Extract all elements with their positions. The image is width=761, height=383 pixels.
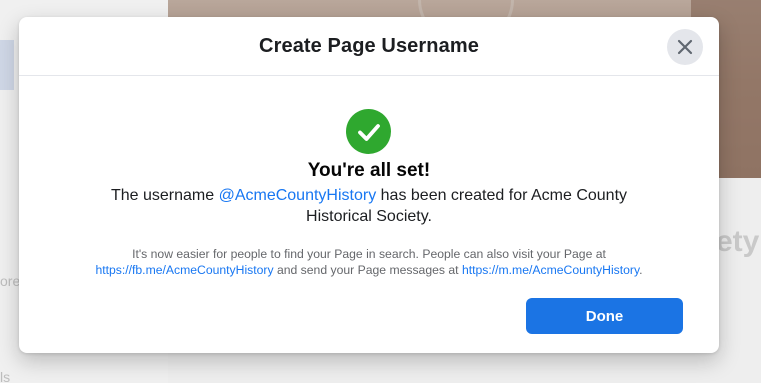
info-text-2: and send your Page messages at [273,263,462,277]
checkmark-icon [357,123,380,141]
done-button[interactable]: Done [526,298,683,334]
message-text-before: The username [110,187,219,204]
success-message: The username @AcmeCountyHistory has been… [79,185,659,227]
dialog-header: Create Page Username [19,17,719,76]
info-text-3: . [639,263,643,277]
background-text-fragment: ety [716,225,760,258]
create-username-dialog: Create Page Username You're all set! The… [19,17,719,353]
checkmark-circle-icon [346,109,391,154]
background-left-accent [0,40,14,90]
success-heading: You're all set! [307,160,431,181]
username-link[interactable]: @AcmeCountyHistory [219,187,377,204]
info-text: It's now easier for people to find your … [49,246,689,278]
close-icon [677,39,693,55]
info-text-1: It's now easier for people to find your … [132,247,606,261]
background-text-fragment: ore [0,273,21,289]
dialog-body: You're all set! The username @AcmeCounty… [19,76,719,353]
fb-me-link[interactable]: https://fb.me/AcmeCountyHistory [95,263,273,277]
close-button[interactable] [667,29,703,65]
m-me-link[interactable]: https://m.me/AcmeCountyHistory [462,263,639,277]
background-text-fragment: ls [0,369,11,383]
dialog-title: Create Page Username [259,34,479,57]
